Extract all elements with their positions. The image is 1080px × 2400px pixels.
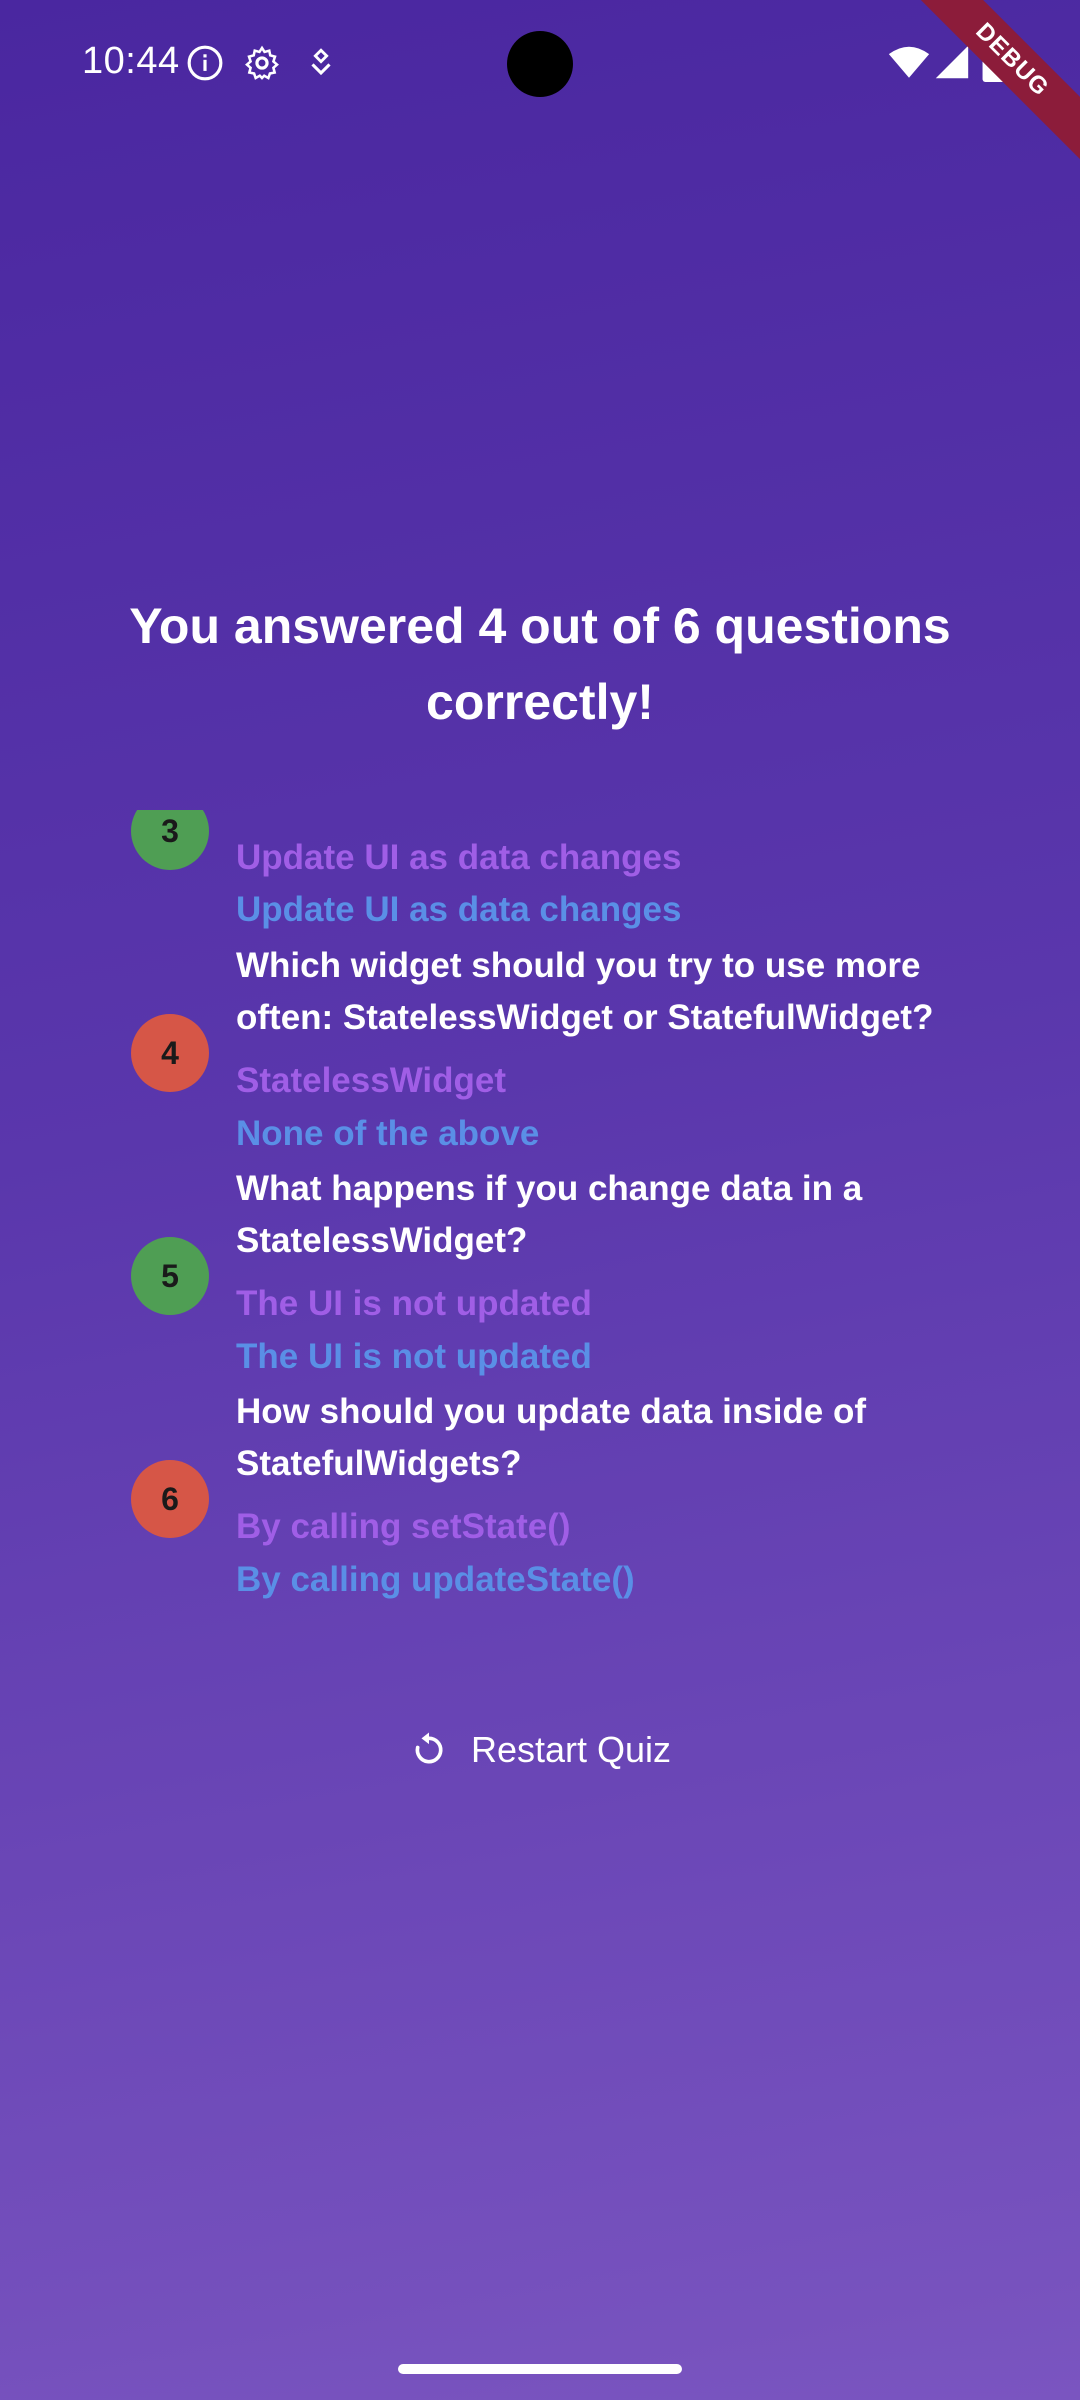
- user-answer: The UI is not updated: [236, 1284, 592, 1323]
- question-number-badge: 5: [131, 1237, 209, 1315]
- user-answer: Update UI as data changes: [236, 838, 682, 877]
- question-text: What happens if you change data in a Sta…: [236, 1169, 863, 1260]
- debug-banner: DEBUG: [920, 0, 1080, 160]
- restart-icon: [415, 1732, 443, 1764]
- result-title: You answered 4 out of 6 questions correc…: [129, 598, 951, 730]
- question-text: Which widget should you try to use more …: [236, 946, 934, 1037]
- status-time: 10:44: [82, 40, 180, 82]
- user-answer: By calling setState(): [236, 1507, 571, 1546]
- debug-label: DEBUG: [920, 0, 1080, 160]
- info-icon: [187, 45, 223, 81]
- question-number-badge: 4: [131, 1014, 209, 1092]
- restart-quiz-label: Restart Quiz: [470, 1729, 672, 1770]
- location-icon: [311, 48, 331, 76]
- question-text: How should you update data inside of Sta…: [236, 1392, 867, 1483]
- gear-icon: [245, 45, 279, 80]
- questions-summary-list[interactable]: 3 Update UI as data changes Update UI as…: [0, 810, 1080, 1610]
- correct-answer: By calling updateState(): [236, 1560, 635, 1599]
- correct-answer: The UI is not updated: [236, 1337, 592, 1376]
- correct-answer: Update UI as data changes: [236, 890, 682, 929]
- user-answer: StatelessWidget: [236, 1061, 507, 1100]
- restart-quiz-button[interactable]: Restart Quiz: [390, 1718, 690, 1782]
- status-bar: 10:44 DEBUG: [0, 0, 1080, 160]
- camera-cutout: [507, 31, 573, 97]
- question-number-badge: 3: [131, 810, 209, 870]
- question-number-badge: 6: [131, 1460, 209, 1538]
- correct-answer: None of the above: [236, 1114, 540, 1153]
- home-indicator[interactable]: [398, 2364, 682, 2374]
